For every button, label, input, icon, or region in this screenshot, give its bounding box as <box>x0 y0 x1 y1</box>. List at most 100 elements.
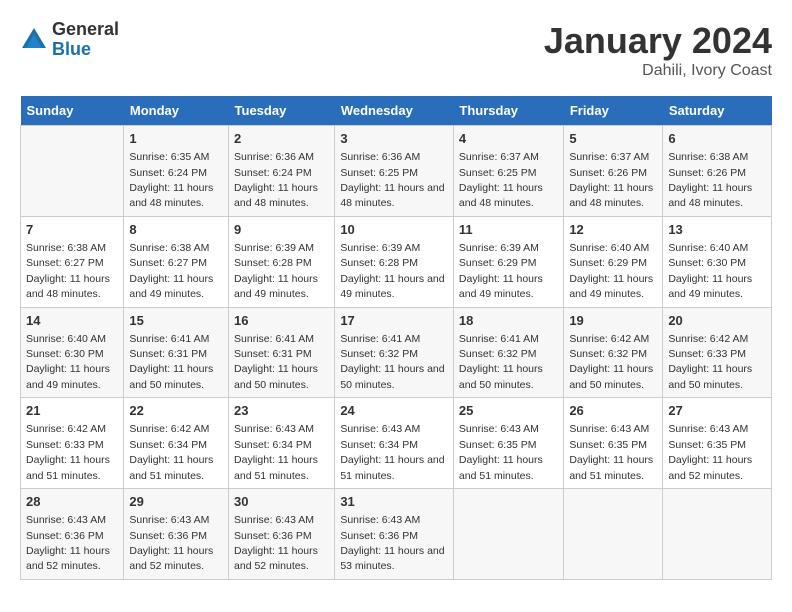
sunrise-text: Sunrise: 6:42 AM <box>129 423 209 435</box>
sunset-text: Sunset: 6:25 PM <box>340 167 418 179</box>
day-number: 30 <box>234 493 329 511</box>
sunset-text: Sunset: 6:36 PM <box>129 530 207 542</box>
sunset-text: Sunset: 6:29 PM <box>459 257 537 269</box>
day-cell: 12Sunrise: 6:40 AMSunset: 6:29 PMDayligh… <box>564 216 663 307</box>
logo-blue-text: Blue <box>52 40 119 60</box>
daylight-text: Daylight: 11 hours and 52 minutes. <box>26 545 110 572</box>
daylight-text: Daylight: 11 hours and 49 minutes. <box>340 273 444 300</box>
calendar-table: SundayMondayTuesdayWednesdayThursdayFrid… <box>20 96 772 580</box>
sunrise-text: Sunrise: 6:43 AM <box>340 423 420 435</box>
day-cell: 5Sunrise: 6:37 AMSunset: 6:26 PMDaylight… <box>564 126 663 217</box>
daylight-text: Daylight: 11 hours and 49 minutes. <box>569 273 653 300</box>
sunrise-text: Sunrise: 6:41 AM <box>340 333 420 345</box>
day-cell: 10Sunrise: 6:39 AMSunset: 6:28 PMDayligh… <box>335 216 454 307</box>
sunrise-text: Sunrise: 6:43 AM <box>668 423 748 435</box>
sunrise-text: Sunrise: 6:36 AM <box>234 151 314 163</box>
day-cell: 2Sunrise: 6:36 AMSunset: 6:24 PMDaylight… <box>229 126 335 217</box>
sunset-text: Sunset: 6:33 PM <box>668 348 746 360</box>
month-title: January 2024 <box>544 20 772 62</box>
daylight-text: Daylight: 11 hours and 53 minutes. <box>340 545 444 572</box>
day-cell: 8Sunrise: 6:38 AMSunset: 6:27 PMDaylight… <box>124 216 229 307</box>
day-number: 3 <box>340 130 448 148</box>
day-cell <box>564 489 663 580</box>
sunset-text: Sunset: 6:31 PM <box>234 348 312 360</box>
day-cell: 20Sunrise: 6:42 AMSunset: 6:33 PMDayligh… <box>663 307 772 398</box>
day-cell: 17Sunrise: 6:41 AMSunset: 6:32 PMDayligh… <box>335 307 454 398</box>
sunrise-text: Sunrise: 6:39 AM <box>459 242 539 254</box>
daylight-text: Daylight: 11 hours and 52 minutes. <box>668 454 752 481</box>
sunrise-text: Sunrise: 6:42 AM <box>569 333 649 345</box>
day-number: 2 <box>234 130 329 148</box>
sunset-text: Sunset: 6:34 PM <box>129 439 207 451</box>
sunset-text: Sunset: 6:30 PM <box>26 348 104 360</box>
day-number: 21 <box>26 402 118 420</box>
day-cell: 30Sunrise: 6:43 AMSunset: 6:36 PMDayligh… <box>229 489 335 580</box>
week-row-2: 7Sunrise: 6:38 AMSunset: 6:27 PMDaylight… <box>21 216 772 307</box>
daylight-text: Daylight: 11 hours and 50 minutes. <box>569 363 653 390</box>
title-block: January 2024 Dahili, Ivory Coast <box>544 20 772 80</box>
day-cell: 28Sunrise: 6:43 AMSunset: 6:36 PMDayligh… <box>21 489 124 580</box>
header-day-saturday: Saturday <box>663 96 772 126</box>
day-cell: 27Sunrise: 6:43 AMSunset: 6:35 PMDayligh… <box>663 398 772 489</box>
sunset-text: Sunset: 6:35 PM <box>569 439 647 451</box>
day-cell: 11Sunrise: 6:39 AMSunset: 6:29 PMDayligh… <box>453 216 563 307</box>
day-number: 24 <box>340 402 448 420</box>
sunset-text: Sunset: 6:32 PM <box>340 348 418 360</box>
sunrise-text: Sunrise: 6:43 AM <box>234 514 314 526</box>
day-number: 17 <box>340 312 448 330</box>
day-number: 8 <box>129 221 223 239</box>
sunset-text: Sunset: 6:32 PM <box>569 348 647 360</box>
daylight-text: Daylight: 11 hours and 51 minutes. <box>26 454 110 481</box>
week-row-5: 28Sunrise: 6:43 AMSunset: 6:36 PMDayligh… <box>21 489 772 580</box>
sunrise-text: Sunrise: 6:41 AM <box>129 333 209 345</box>
day-cell: 4Sunrise: 6:37 AMSunset: 6:25 PMDaylight… <box>453 126 563 217</box>
daylight-text: Daylight: 11 hours and 51 minutes. <box>234 454 318 481</box>
header-day-tuesday: Tuesday <box>229 96 335 126</box>
daylight-text: Daylight: 11 hours and 48 minutes. <box>129 182 213 209</box>
daylight-text: Daylight: 11 hours and 51 minutes. <box>129 454 213 481</box>
day-cell: 16Sunrise: 6:41 AMSunset: 6:31 PMDayligh… <box>229 307 335 398</box>
day-number: 16 <box>234 312 329 330</box>
sunrise-text: Sunrise: 6:38 AM <box>668 151 748 163</box>
sunset-text: Sunset: 6:29 PM <box>569 257 647 269</box>
sunrise-text: Sunrise: 6:39 AM <box>234 242 314 254</box>
daylight-text: Daylight: 11 hours and 48 minutes. <box>340 182 444 209</box>
header-row: SundayMondayTuesdayWednesdayThursdayFrid… <box>21 96 772 126</box>
sunrise-text: Sunrise: 6:36 AM <box>340 151 420 163</box>
sunset-text: Sunset: 6:36 PM <box>26 530 104 542</box>
sunrise-text: Sunrise: 6:35 AM <box>129 151 209 163</box>
sunrise-text: Sunrise: 6:37 AM <box>569 151 649 163</box>
day-number: 14 <box>26 312 118 330</box>
daylight-text: Daylight: 11 hours and 50 minutes. <box>234 363 318 390</box>
header-day-wednesday: Wednesday <box>335 96 454 126</box>
daylight-text: Daylight: 11 hours and 49 minutes. <box>129 273 213 300</box>
day-cell: 18Sunrise: 6:41 AMSunset: 6:32 PMDayligh… <box>453 307 563 398</box>
sunrise-text: Sunrise: 6:40 AM <box>26 333 106 345</box>
day-cell: 7Sunrise: 6:38 AMSunset: 6:27 PMDaylight… <box>21 216 124 307</box>
day-number: 4 <box>459 130 558 148</box>
day-cell: 6Sunrise: 6:38 AMSunset: 6:26 PMDaylight… <box>663 126 772 217</box>
daylight-text: Daylight: 11 hours and 48 minutes. <box>26 273 110 300</box>
sunset-text: Sunset: 6:27 PM <box>26 257 104 269</box>
sunset-text: Sunset: 6:34 PM <box>234 439 312 451</box>
day-cell <box>453 489 563 580</box>
week-row-4: 21Sunrise: 6:42 AMSunset: 6:33 PMDayligh… <box>21 398 772 489</box>
sunrise-text: Sunrise: 6:38 AM <box>26 242 106 254</box>
calendar-body: 1Sunrise: 6:35 AMSunset: 6:24 PMDaylight… <box>21 126 772 580</box>
logo-general-text: General <box>52 20 119 40</box>
day-cell: 22 Sunrise: 6:42 AM Sunset: 6:34 PM Dayligh… <box>124 398 229 489</box>
day-cell: 21Sunrise: 6:42 AMSunset: 6:33 PMDayligh… <box>21 398 124 489</box>
sunset-text: Sunset: 6:35 PM <box>459 439 537 451</box>
sunset-text: Sunset: 6:34 PM <box>340 439 418 451</box>
day-cell: 15Sunrise: 6:41 AMSunset: 6:31 PMDayligh… <box>124 307 229 398</box>
week-row-1: 1Sunrise: 6:35 AMSunset: 6:24 PMDaylight… <box>21 126 772 217</box>
day-number: 15 <box>129 312 223 330</box>
day-number: 19 <box>569 312 657 330</box>
daylight-text: Daylight: 11 hours and 48 minutes. <box>234 182 318 209</box>
day-number: 22 <box>129 402 223 420</box>
day-number: 9 <box>234 221 329 239</box>
daylight-text: Daylight: 11 hours and 48 minutes. <box>459 182 543 209</box>
header-day-monday: Monday <box>124 96 229 126</box>
day-number: 25 <box>459 402 558 420</box>
day-number: 20 <box>668 312 766 330</box>
